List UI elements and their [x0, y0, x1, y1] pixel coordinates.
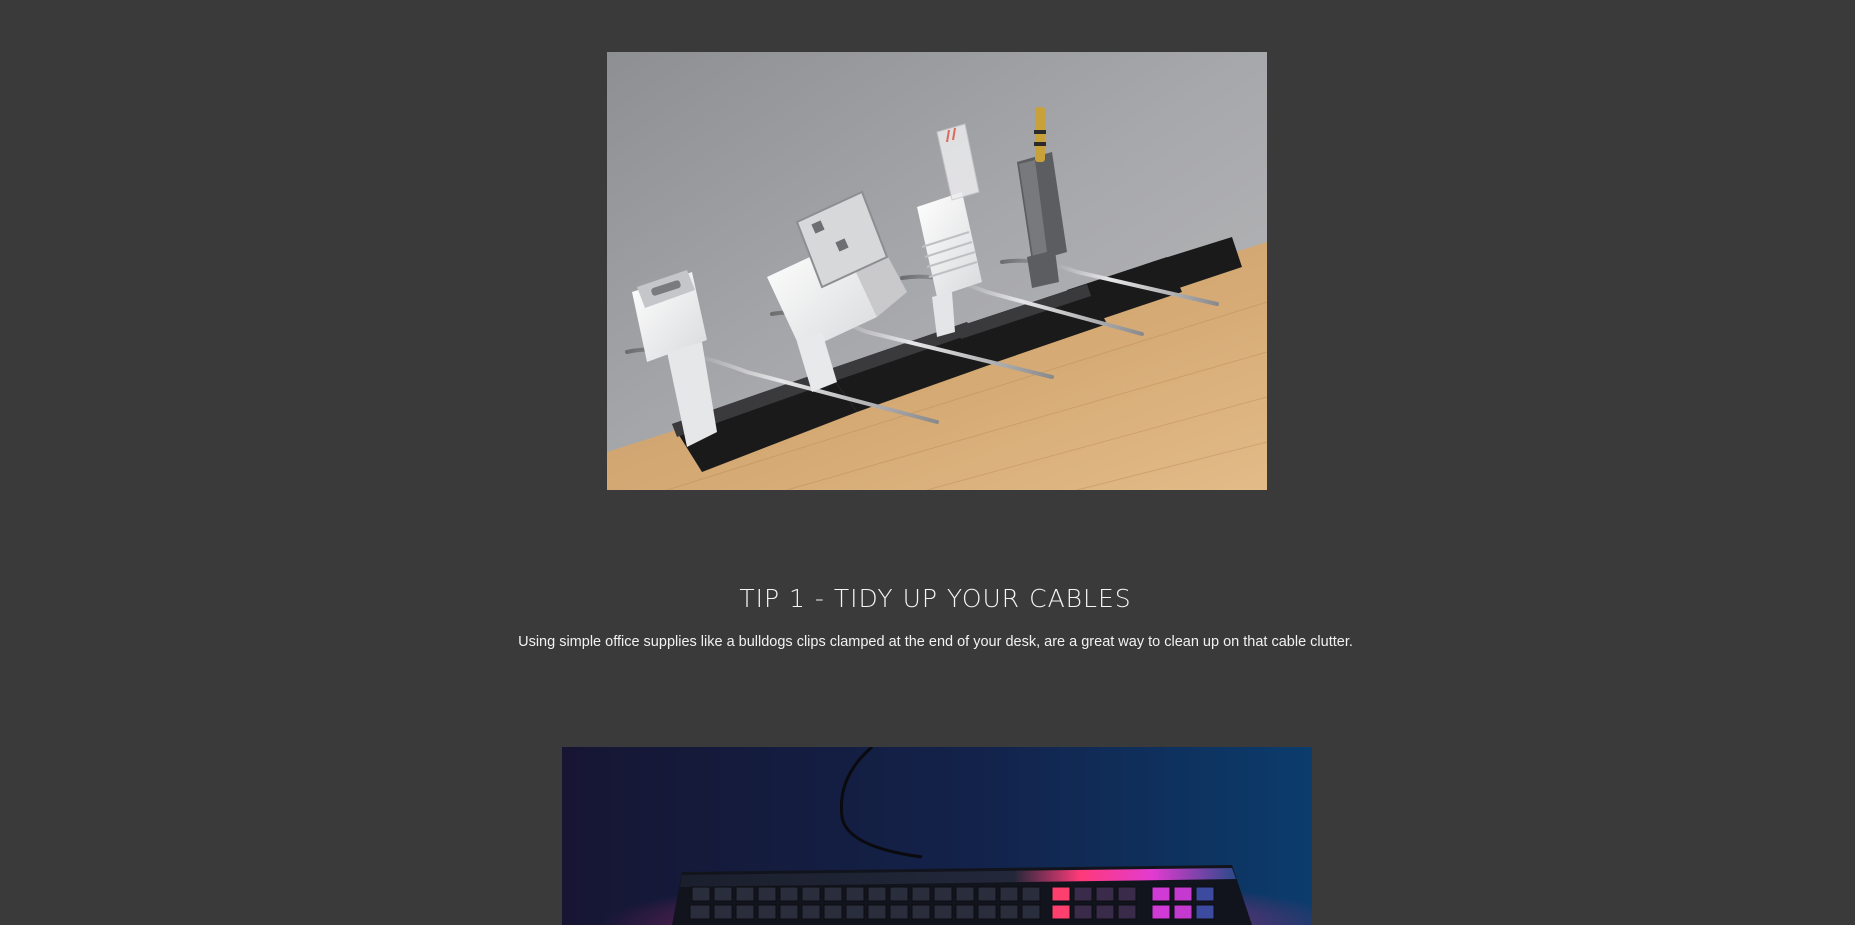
page: TIP 1 - TIDY UP YOUR CABLES Using simple…	[0, 0, 1855, 925]
tip-description: Using simple office supplies like a bull…	[518, 634, 1353, 650]
tip-title: TIP 1 - TIDY UP YOUR CABLES	[739, 584, 1132, 613]
rgb-keyboard-photo	[562, 747, 1312, 925]
cables-in-binder-clips-photo	[607, 52, 1267, 490]
